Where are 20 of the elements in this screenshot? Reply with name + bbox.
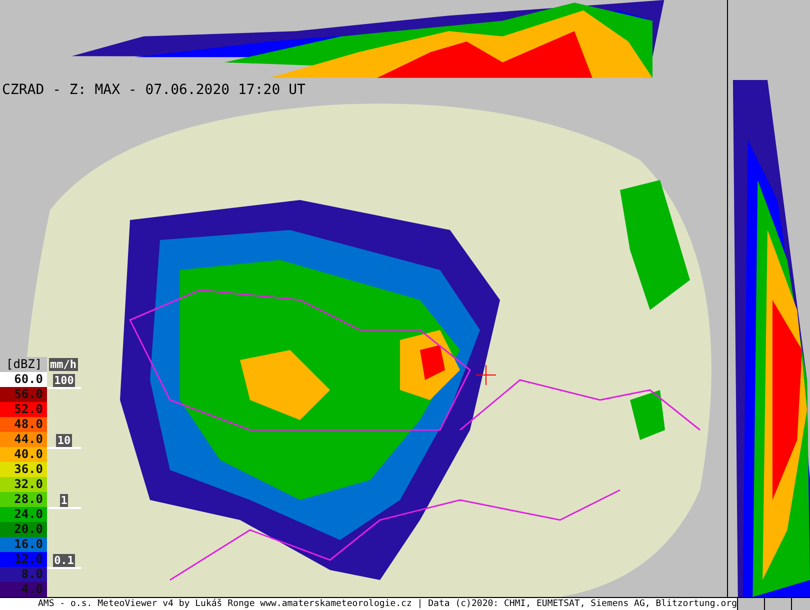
legend-entry: 32.0 bbox=[0, 477, 47, 492]
legend-unit: [dBZ] bbox=[0, 357, 47, 372]
credits-text: AMS - o.s. MeteoViewer v4 by Lukáš Ronge www.amaterskameteorologie.cz | Data (c)2020: CHMI, EUMETSAT, Siemens AG, Blitzortung.org bbox=[37, 598, 737, 610]
rain-rate-unit: mm/h bbox=[49, 358, 78, 371]
legend-entry: 12.0 bbox=[0, 552, 47, 567]
legend-entry: 28.0 bbox=[0, 492, 47, 507]
rain-rate-tick: 0.1 bbox=[53, 554, 75, 567]
legend-entry: 56.0 bbox=[0, 387, 47, 402]
legend-entry: 40.0 bbox=[0, 447, 47, 462]
legend-entry: 52.0 bbox=[0, 402, 47, 417]
rain-rate-tick: 10 bbox=[56, 434, 72, 447]
legend-entry: 16.0 bbox=[0, 537, 47, 552]
rain-rate-tick: 100 bbox=[53, 374, 75, 387]
legend-entry: 48.0 bbox=[0, 417, 47, 432]
legend-entry: 24.0 bbox=[0, 507, 47, 522]
legend-entry: 8.0 bbox=[0, 567, 47, 582]
legend-entry: 4.0 bbox=[0, 582, 47, 597]
legend-entry: 44.0 bbox=[0, 432, 47, 447]
legend-entry: 36.0 bbox=[0, 462, 47, 477]
legend-entry: 20.0 bbox=[0, 522, 47, 537]
